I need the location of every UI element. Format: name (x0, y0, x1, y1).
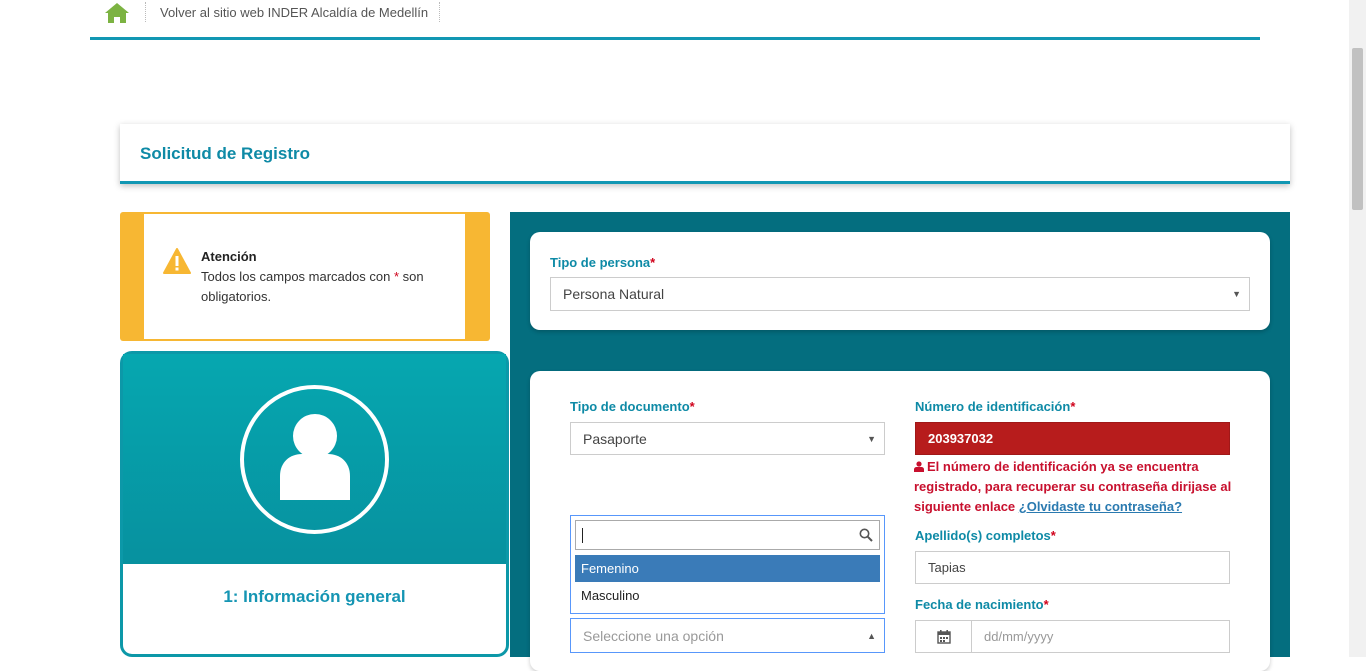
required-asterisk: * (1050, 528, 1056, 543)
scrollbar-thumb[interactable] (1352, 48, 1363, 210)
caret-down-icon: ▼ (1232, 289, 1241, 299)
numero-identificacion-input[interactable]: 203937032 (915, 422, 1230, 455)
nav-divider (439, 2, 441, 22)
numero-identificacion-label-text: Número de identificación (915, 399, 1071, 414)
fecha-nacimiento-group: dd/mm/yyyy (915, 620, 1230, 653)
required-asterisk: * (689, 399, 695, 414)
forgot-password-link[interactable]: ¿Olvidaste tu contraseña? (1019, 499, 1182, 514)
tipo-persona-select[interactable]: Persona Natural ▼ (550, 277, 1250, 311)
nav-divider (145, 2, 147, 22)
fecha-nacimiento-input[interactable]: dd/mm/yyyy (984, 621, 1053, 652)
caret-down-icon: ▼ (867, 433, 876, 444)
tipo-persona-label: Tipo de persona* (550, 255, 655, 270)
sexo-placeholder: Seleccione una opción (583, 627, 724, 644)
sexo-select[interactable]: Seleccione una opción ▲ (570, 618, 885, 653)
warning-icon (163, 248, 191, 274)
dropdown-search-input[interactable] (575, 520, 880, 550)
required-asterisk: * (650, 255, 656, 270)
attention-text-before: Todos los campos marcados con (201, 269, 394, 284)
required-asterisk: * (1043, 597, 1049, 612)
search-icon (859, 528, 873, 542)
apellidos-label: Apellido(s) completos* (915, 528, 1056, 543)
back-to-site-link[interactable]: Volver al sitio web INDER Alcaldía de Me… (160, 5, 428, 20)
caret-up-icon: ▲ (867, 630, 876, 641)
tipo-documento-select[interactable]: Pasaporte ▼ (570, 422, 885, 455)
user-icon (914, 461, 924, 472)
step-label: 1: Información general (223, 587, 406, 606)
apellidos-label-text: Apellido(s) completos (915, 528, 1051, 543)
user-avatar-icon (280, 414, 350, 500)
required-asterisk: * (1070, 399, 1076, 414)
apellidos-input[interactable]: Tapias (915, 551, 1230, 584)
page-title: Solicitud de Registro (140, 144, 311, 163)
numero-identificacion-label: Número de identificación* (915, 399, 1075, 414)
calendar-icon[interactable] (916, 621, 972, 652)
fecha-nacimiento-label-text: Fecha de nacimiento (915, 597, 1044, 612)
tipo-documento-label-text: Tipo de documento (570, 399, 690, 414)
home-icon[interactable] (104, 2, 130, 24)
attention-title: Atención (201, 249, 257, 264)
text-cursor (582, 528, 583, 543)
tipo-persona-label-text: Tipo de persona (550, 255, 651, 270)
dropdown-option-masculino[interactable]: Masculino (575, 582, 880, 609)
tipo-documento-value: Pasaporte (583, 430, 647, 447)
dropdown-option-femenino[interactable]: Femenino (575, 555, 880, 582)
identificacion-error-message: El número de identificación ya se encuen… (914, 457, 1234, 517)
fecha-nacimiento-label: Fecha de nacimiento* (915, 597, 1049, 612)
tipo-documento-label: Tipo de documento* (570, 399, 695, 414)
attention-message: Todos los campos marcados con * son obli… (201, 267, 451, 307)
tipo-persona-value: Persona Natural (563, 286, 665, 302)
